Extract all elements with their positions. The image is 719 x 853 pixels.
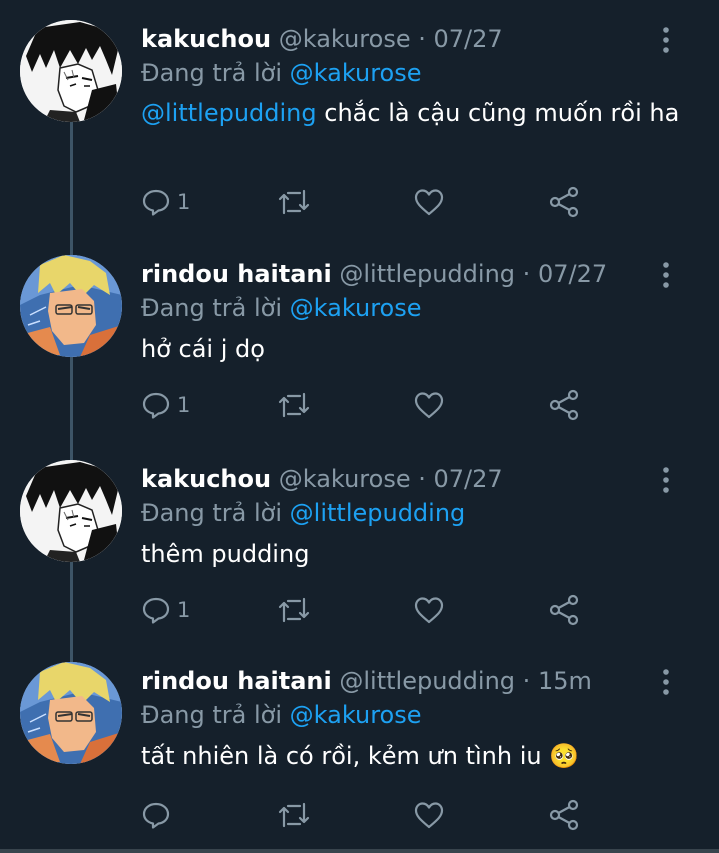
avatar[interactable] — [20, 662, 122, 764]
avatar-image-kakuchou — [20, 460, 122, 562]
display-name[interactable]: kakuchou — [141, 25, 271, 53]
tweet-actions: 1 — [141, 590, 591, 630]
reply-count: 1 — [177, 598, 191, 622]
replying-to: Đang trả lời @kakurose — [141, 58, 422, 88]
replying-to-label: Đang trả lời — [141, 294, 283, 322]
bottom-divider — [0, 849, 719, 853]
share-button[interactable] — [549, 385, 581, 425]
replying-to: Đang trả lời @littlepudding — [141, 498, 465, 528]
reply-icon — [142, 392, 170, 419]
tweet-text: tất nhiên là có rồi, kẻm ưn tình iu 🥺 — [141, 742, 580, 770]
separator: · — [418, 25, 426, 53]
heart-icon — [414, 392, 444, 419]
avatar[interactable] — [20, 460, 122, 562]
share-button[interactable] — [549, 795, 581, 835]
display-name[interactable]: rindou haitani — [141, 260, 332, 288]
tweet[interactable]: kakuchou @kakurose · 07/27 Đang trả lời … — [0, 20, 719, 235]
heart-icon — [414, 802, 444, 829]
share-icon — [549, 799, 579, 831]
tweet-text: thêm pudding — [141, 540, 310, 568]
tweet-header: kakuchou @kakurose · 07/27 — [141, 464, 503, 494]
share-icon — [549, 186, 579, 218]
like-button[interactable] — [413, 385, 445, 425]
handle[interactable]: @littlepudding — [339, 667, 515, 695]
share-button[interactable] — [549, 590, 581, 630]
handle[interactable]: @kakurose — [279, 465, 411, 493]
avatar-image-kakuchou — [20, 20, 122, 122]
retweet-icon — [278, 597, 310, 623]
tweet[interactable]: rindou haitani @littlepudding · 15m Đang… — [0, 662, 719, 847]
more-vertical-icon[interactable] — [656, 666, 676, 698]
retweet-button[interactable] — [276, 385, 312, 425]
retweet-icon — [278, 392, 310, 418]
reply-icon — [142, 189, 170, 216]
separator: · — [522, 260, 531, 288]
retweet-button[interactable] — [276, 590, 312, 630]
heart-icon — [414, 189, 444, 216]
avatar-image-rindou — [20, 662, 122, 764]
avatar[interactable] — [20, 255, 122, 357]
replying-to-label: Đang trả lời — [141, 499, 283, 527]
more-vertical-icon[interactable] — [656, 464, 676, 496]
tweet-header: kakuchou @kakurose · 07/27 — [141, 24, 503, 54]
reply-button[interactable]: 1 — [141, 385, 190, 425]
separator: · — [522, 667, 531, 695]
retweet-button[interactable] — [276, 795, 312, 835]
like-button[interactable] — [413, 590, 445, 630]
timestamp[interactable]: 15m — [538, 667, 592, 695]
replying-to-mention[interactable]: @kakurose — [290, 294, 422, 322]
tweet-text: hở cái j dọ — [141, 335, 265, 363]
avatar[interactable] — [20, 20, 122, 122]
replying-to-label: Đang trả lời — [141, 701, 283, 729]
replying-to: Đang trả lời @kakurose — [141, 293, 422, 323]
replying-to-label: Đang trả lời — [141, 59, 283, 87]
tweet-header: rindou haitani @littlepudding · 07/27 — [141, 259, 607, 289]
like-button[interactable] — [413, 182, 445, 222]
reply-button[interactable] — [141, 795, 177, 835]
tweet[interactable]: rindou haitani @littlepudding · 07/27 Đa… — [0, 255, 719, 440]
tweet-header: rindou haitani @littlepudding · 15m — [141, 666, 592, 696]
display-name[interactable]: kakuchou — [141, 465, 271, 493]
more-vertical-icon[interactable] — [656, 24, 676, 56]
reply-button[interactable]: 1 — [141, 590, 190, 630]
heart-icon — [414, 597, 444, 624]
handle[interactable]: @littlepudding — [339, 260, 515, 288]
tweet-text: @littlepudding chắc là cậu cũng muốn rồi… — [141, 97, 681, 130]
replying-to: Đang trả lời @kakurose — [141, 700, 422, 730]
like-button[interactable] — [413, 795, 445, 835]
timestamp[interactable]: 07/27 — [434, 465, 503, 493]
replying-to-mention[interactable]: @kakurose — [290, 59, 422, 87]
share-button[interactable] — [549, 182, 581, 222]
more-vertical-icon[interactable] — [656, 259, 676, 291]
reply-button[interactable]: 1 — [141, 182, 190, 222]
separator: · — [418, 465, 426, 493]
tweet-text-content: chắc là cậu cũng muốn rồi ha — [316, 99, 680, 127]
timestamp[interactable]: 07/27 — [434, 25, 503, 53]
tweet-actions: 1 — [141, 182, 591, 222]
reply-icon — [142, 802, 170, 829]
tweet-actions: 1 — [141, 385, 591, 425]
retweet-button[interactable] — [276, 182, 312, 222]
reply-count: 1 — [177, 393, 191, 417]
share-icon — [549, 594, 579, 626]
retweet-icon — [278, 802, 310, 828]
mention-link[interactable]: @littlepudding — [141, 99, 317, 127]
tweet[interactable]: kakuchou @kakurose · 07/27 Đang trả lời … — [0, 460, 719, 645]
share-icon — [549, 389, 579, 421]
replying-to-mention[interactable]: @kakurose — [290, 701, 422, 729]
replying-to-mention[interactable]: @littlepudding — [290, 499, 466, 527]
retweet-icon — [278, 189, 310, 215]
avatar-image-rindou — [20, 255, 122, 357]
timestamp[interactable]: 07/27 — [538, 260, 607, 288]
handle[interactable]: @kakurose — [279, 25, 411, 53]
reply-icon — [142, 597, 170, 624]
reply-count: 1 — [177, 190, 191, 214]
display-name[interactable]: rindou haitani — [141, 667, 332, 695]
tweet-actions — [141, 795, 591, 835]
